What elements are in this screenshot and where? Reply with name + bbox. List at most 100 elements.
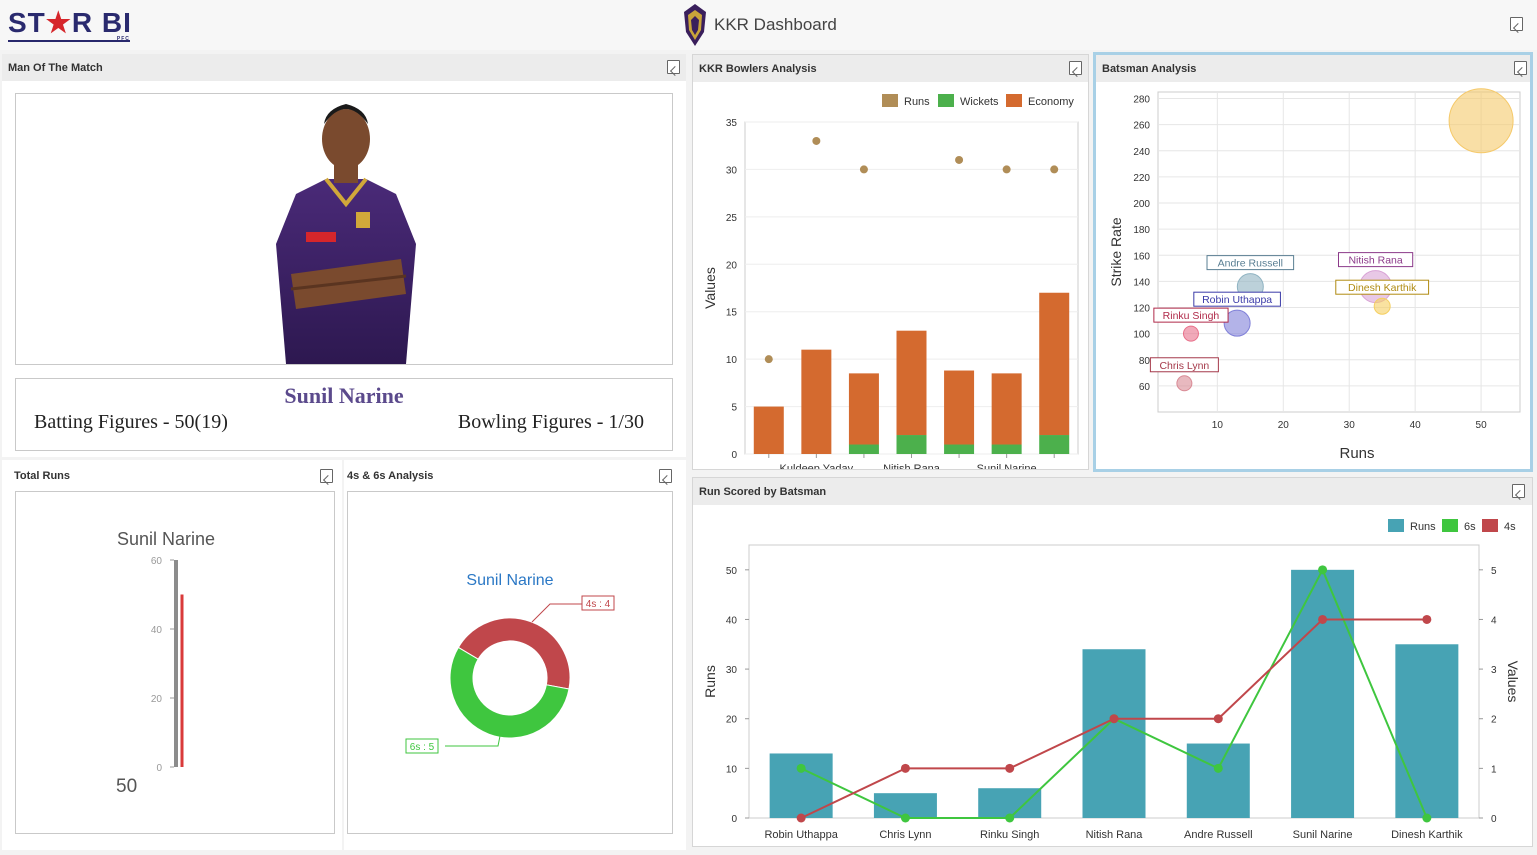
bubble-sunil-narine xyxy=(1448,88,1514,154)
bubble-label: Chris Lynn xyxy=(1159,360,1209,372)
wickets-bar xyxy=(1039,435,1070,454)
y-tick-label: 140 xyxy=(1133,277,1150,288)
legend-swatch-runs xyxy=(1388,519,1404,532)
wickets-bar xyxy=(896,435,927,454)
bubble-chris-lynn xyxy=(1176,375,1193,392)
x-tick-label: Kuldeep Yadav xyxy=(780,463,854,469)
point-4s xyxy=(900,763,910,773)
point-4s xyxy=(1005,763,1015,773)
runs-point xyxy=(1002,165,1011,174)
x-tick-label: Rinku Singh xyxy=(980,829,1039,841)
point-4s xyxy=(1213,714,1223,724)
x-tick-label: Robin Uthappa xyxy=(764,829,838,841)
wickets-bar xyxy=(991,444,1022,454)
run-scored-panel: Run Scored by Batsman Runs 6s 4s 0 10 20 30 40 5… xyxy=(692,477,1533,847)
y-tick-label: 280 xyxy=(1133,95,1150,106)
panel-title: Total Runs xyxy=(14,470,71,482)
donut-slice-fours xyxy=(457,617,571,690)
y-tick-label: 100 xyxy=(1133,330,1150,341)
legend-label-wickets: Wickets xyxy=(960,96,999,108)
panel-title: Run Scored by Batsman xyxy=(693,478,1532,505)
logo-underline xyxy=(8,40,130,42)
point-4s xyxy=(1422,614,1432,624)
player-info-box: Sunil Narine Batting Figures - 50(19) Bo… xyxy=(15,378,673,451)
x-tick-label: Dinesh Karthik xyxy=(1391,829,1463,841)
runs-bar xyxy=(1082,649,1146,818)
y-tick-label: 260 xyxy=(1133,121,1150,132)
point-4s xyxy=(1109,714,1119,724)
runs-combo-chart: Runs 6s 4s 0 10 20 30 40 50 0 1 2 3 4 5 Runs Values Robin… xyxy=(702,519,1521,841)
legend-swatch-runs xyxy=(882,94,898,107)
x-tick-label: 30 xyxy=(1344,420,1356,431)
point-6s xyxy=(1318,565,1328,575)
y-tick-label: 30 xyxy=(726,165,738,176)
logo-star-icon: ★ xyxy=(45,7,72,38)
export-icon[interactable] xyxy=(1512,484,1525,498)
legend-swatch-6s xyxy=(1442,519,1458,532)
y-axis-label: Runs xyxy=(702,665,718,698)
y2-axis-label: Values xyxy=(1505,661,1521,703)
point-6s xyxy=(900,813,910,823)
point-4s xyxy=(796,813,806,823)
donut-chart: 4s : 4 6s : 5 xyxy=(405,595,615,754)
point-6s xyxy=(1005,813,1015,823)
export-icon[interactable] xyxy=(667,60,680,74)
y-tick-label: 5 xyxy=(731,403,737,414)
bubble-label: Andre Russell xyxy=(1218,258,1283,270)
y-tick-label: 20 xyxy=(726,715,738,726)
wickets-bar xyxy=(944,444,975,454)
export-icon[interactable] xyxy=(320,469,333,483)
y-tick-label: 40 xyxy=(726,615,738,626)
player-photo xyxy=(276,104,416,364)
donut-label-sixes: 6s : 5 xyxy=(410,742,435,753)
economy-bar xyxy=(1039,292,1070,436)
bubble-label: Robin Uthappa xyxy=(1202,294,1272,306)
economy-bar xyxy=(991,373,1022,445)
y-tick-label: 25 xyxy=(726,213,738,224)
batting-figures: Batting Figures - 50(19) xyxy=(34,411,228,433)
legend-label-4s: 4s xyxy=(1504,521,1516,533)
bubble-label: Nitish Rana xyxy=(1348,255,1402,267)
fours-sixes-panel: 4s & 6s Analysis Sunil Narine 4s : 4 6s :… xyxy=(344,460,686,850)
x-axis-label: Runs xyxy=(1339,445,1374,462)
y-tick-label: 220 xyxy=(1133,173,1150,184)
logo-text-start: ST xyxy=(8,7,46,38)
x-tick-label: 40 xyxy=(1410,420,1422,431)
export-icon[interactable] xyxy=(1514,61,1527,75)
runs-point xyxy=(1050,165,1059,174)
x-tick-label: Sunil Narine xyxy=(1293,829,1353,841)
y-tick-label: 80 xyxy=(1139,356,1151,367)
x-tick-label: Chris Lynn xyxy=(879,829,931,841)
gauge-tick-label: 60 xyxy=(151,556,163,567)
panel-title: KKR Bowlers Analysis xyxy=(693,55,1088,82)
export-icon[interactable] xyxy=(1069,61,1082,75)
x-tick-label: Nitish Rana xyxy=(1086,829,1144,841)
x-tick-label: Nitish Rana xyxy=(883,463,941,469)
bowlers-analysis-panel: KKR Bowlers Analysis Runs Wickets Economy 0… xyxy=(692,54,1089,470)
man-of-the-match-panel: Man Of The Match Sunil Narine Batting Fi… xyxy=(2,54,686,457)
x-tick-label: Sunil Narine xyxy=(977,463,1037,469)
y-tick-label: 200 xyxy=(1133,199,1150,210)
economy-bar xyxy=(753,406,784,454)
legend-label-6s: 6s xyxy=(1464,521,1476,533)
total-runs-panel: Total Runs Sunil Narine 0 20 40 60 50 xyxy=(2,460,342,850)
gauge-value: 50 xyxy=(116,776,138,797)
runs-point xyxy=(859,165,868,174)
donut-leader-sixes xyxy=(445,735,501,747)
runs-point xyxy=(764,355,773,364)
economy-bar xyxy=(896,330,927,436)
export-icon[interactable] xyxy=(1510,17,1523,31)
player-photo-frame xyxy=(15,93,673,365)
y2-tick-label: 4 xyxy=(1491,615,1497,626)
batsman-analysis-panel[interactable]: Batsman Analysis 10 20 30 40 50 60 80 100 120 140… xyxy=(1093,52,1533,472)
legend-label-runs: Runs xyxy=(904,96,930,108)
export-icon[interactable] xyxy=(659,469,672,483)
runs-bar xyxy=(1291,569,1355,818)
panel-title: Batsman Analysis xyxy=(1096,55,1530,82)
y-tick-label: 50 xyxy=(726,566,738,577)
y2-tick-label: 0 xyxy=(1491,814,1497,825)
runs-point xyxy=(955,155,964,164)
gauge-tick-label: 0 xyxy=(156,763,162,774)
economy-bar xyxy=(944,370,975,445)
logo-text-end: R BI xyxy=(71,7,132,38)
